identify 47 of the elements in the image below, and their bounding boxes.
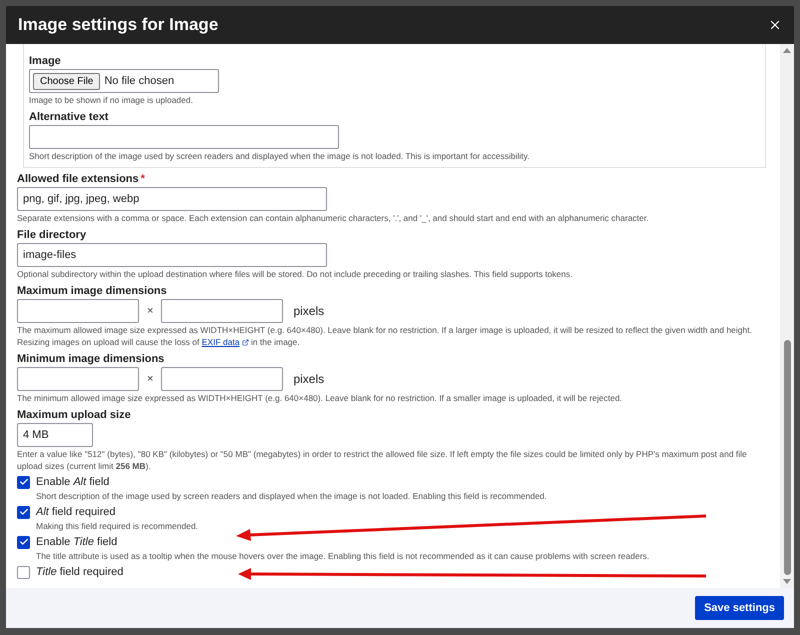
height-field[interactable] — [161, 367, 284, 391]
checkbox-label: Enable Title field — [36, 535, 118, 549]
field-description: The title attribute is used as a tooltip when the mouse hovers over the image. Enabling this field is not recommended as it can cause problems with screen readers. — [36, 550, 650, 562]
height-field[interactable] — [161, 299, 284, 323]
field-description: Enter a value like "512" (bytes), "80 KB" (kilobytes) or "50 MB" (megabytes) in order to restrict the allowed file size. If left empty the file sizes could be limited only by PHP's maximum post and file upload sizes (current limit 256 MB). — [17, 448, 748, 472]
field-label: Maximum upload size — [17, 408, 131, 423]
save-settings-button[interactable]: Save settings — [695, 596, 784, 620]
dialog-title: Image settings for Image — [18, 14, 218, 36]
field-description: The maximum allowed image size expressed as WIDTH×HEIGHT (e.g. 640×480). Leave blank for no restriction. If a larger image is uploaded, it will be resized to reflect the given width and height. Resizing images on upload will cause the loss of EXIF data in the image. — [17, 324, 753, 348]
width-field[interactable] — [17, 367, 139, 391]
field-description: Short description of the image used by screen readers and displayed when the image is not loaded. Enabling this field is recommended. — [36, 490, 547, 502]
field-label: Allowed file extensions — [17, 172, 139, 186]
width-field[interactable] — [17, 299, 139, 323]
alt-text-field[interactable] — [29, 124, 339, 149]
field-label: Alternative text — [29, 110, 110, 124]
exif-link[interactable]: EXIF data — [202, 336, 249, 348]
field-description: Making this field required is recommended. — [36, 520, 198, 532]
field-label: Maximum image dimensions — [17, 284, 168, 299]
field-description: Short description of the image used by screen readers and displayed when the image is not loaded. This is important for accessibility. — [29, 150, 530, 162]
checkbox-label: Title field required — [36, 565, 124, 579]
field-label: File directory — [17, 228, 86, 243]
times-sign: × — [147, 304, 154, 319]
text-field[interactable]: 4 MB — [17, 423, 93, 447]
choose-file-button[interactable]: Choose File — [33, 72, 100, 90]
unit-label: pixels — [293, 371, 324, 388]
checkbox[interactable] — [17, 536, 30, 548]
field-description: Separate extensions with a comma or space. Each extension can contain alphanumeric characters, '.', and '_', and should start and end with an alphanumeric character. — [17, 212, 649, 224]
unit-label: pixels — [293, 303, 324, 320]
checkbox[interactable] — [17, 566, 30, 578]
external-link-icon — [242, 338, 249, 346]
close-icon[interactable] — [768, 18, 782, 32]
checkbox[interactable] — [17, 476, 30, 488]
times-sign: × — [147, 372, 154, 387]
file-field[interactable]: Choose File No file chosen — [29, 69, 219, 93]
checkbox-label: Alt field required — [36, 505, 116, 519]
field-description: Optional subdirectory within the upload destination where files will be stored. Do not include preceding or trailing slashes. This field supports tokens. — [17, 268, 572, 280]
field-description: Image to be shown if no image is uploaded. — [29, 94, 193, 107]
field-label: Minimum image dimensions — [17, 352, 166, 367]
scrollbar[interactable] — [780, 44, 794, 588]
checkbox[interactable] — [17, 506, 30, 518]
text-field[interactable]: image-files — [17, 243, 327, 267]
text-field[interactable]: png, gif, jpg, jpeg, webp — [17, 187, 327, 211]
required-marker: * — [140, 172, 145, 186]
field-label: Image — [29, 54, 62, 68]
checkbox-label: Enable Alt field — [36, 475, 110, 489]
file-status: No file chosen — [104, 74, 174, 89]
field-description: The minimum allowed image size expressed as WIDTH×HEIGHT (e.g. 640×480). Leave blank for no restriction. If a smaller image is uploaded, it will be rejected. — [17, 392, 622, 404]
